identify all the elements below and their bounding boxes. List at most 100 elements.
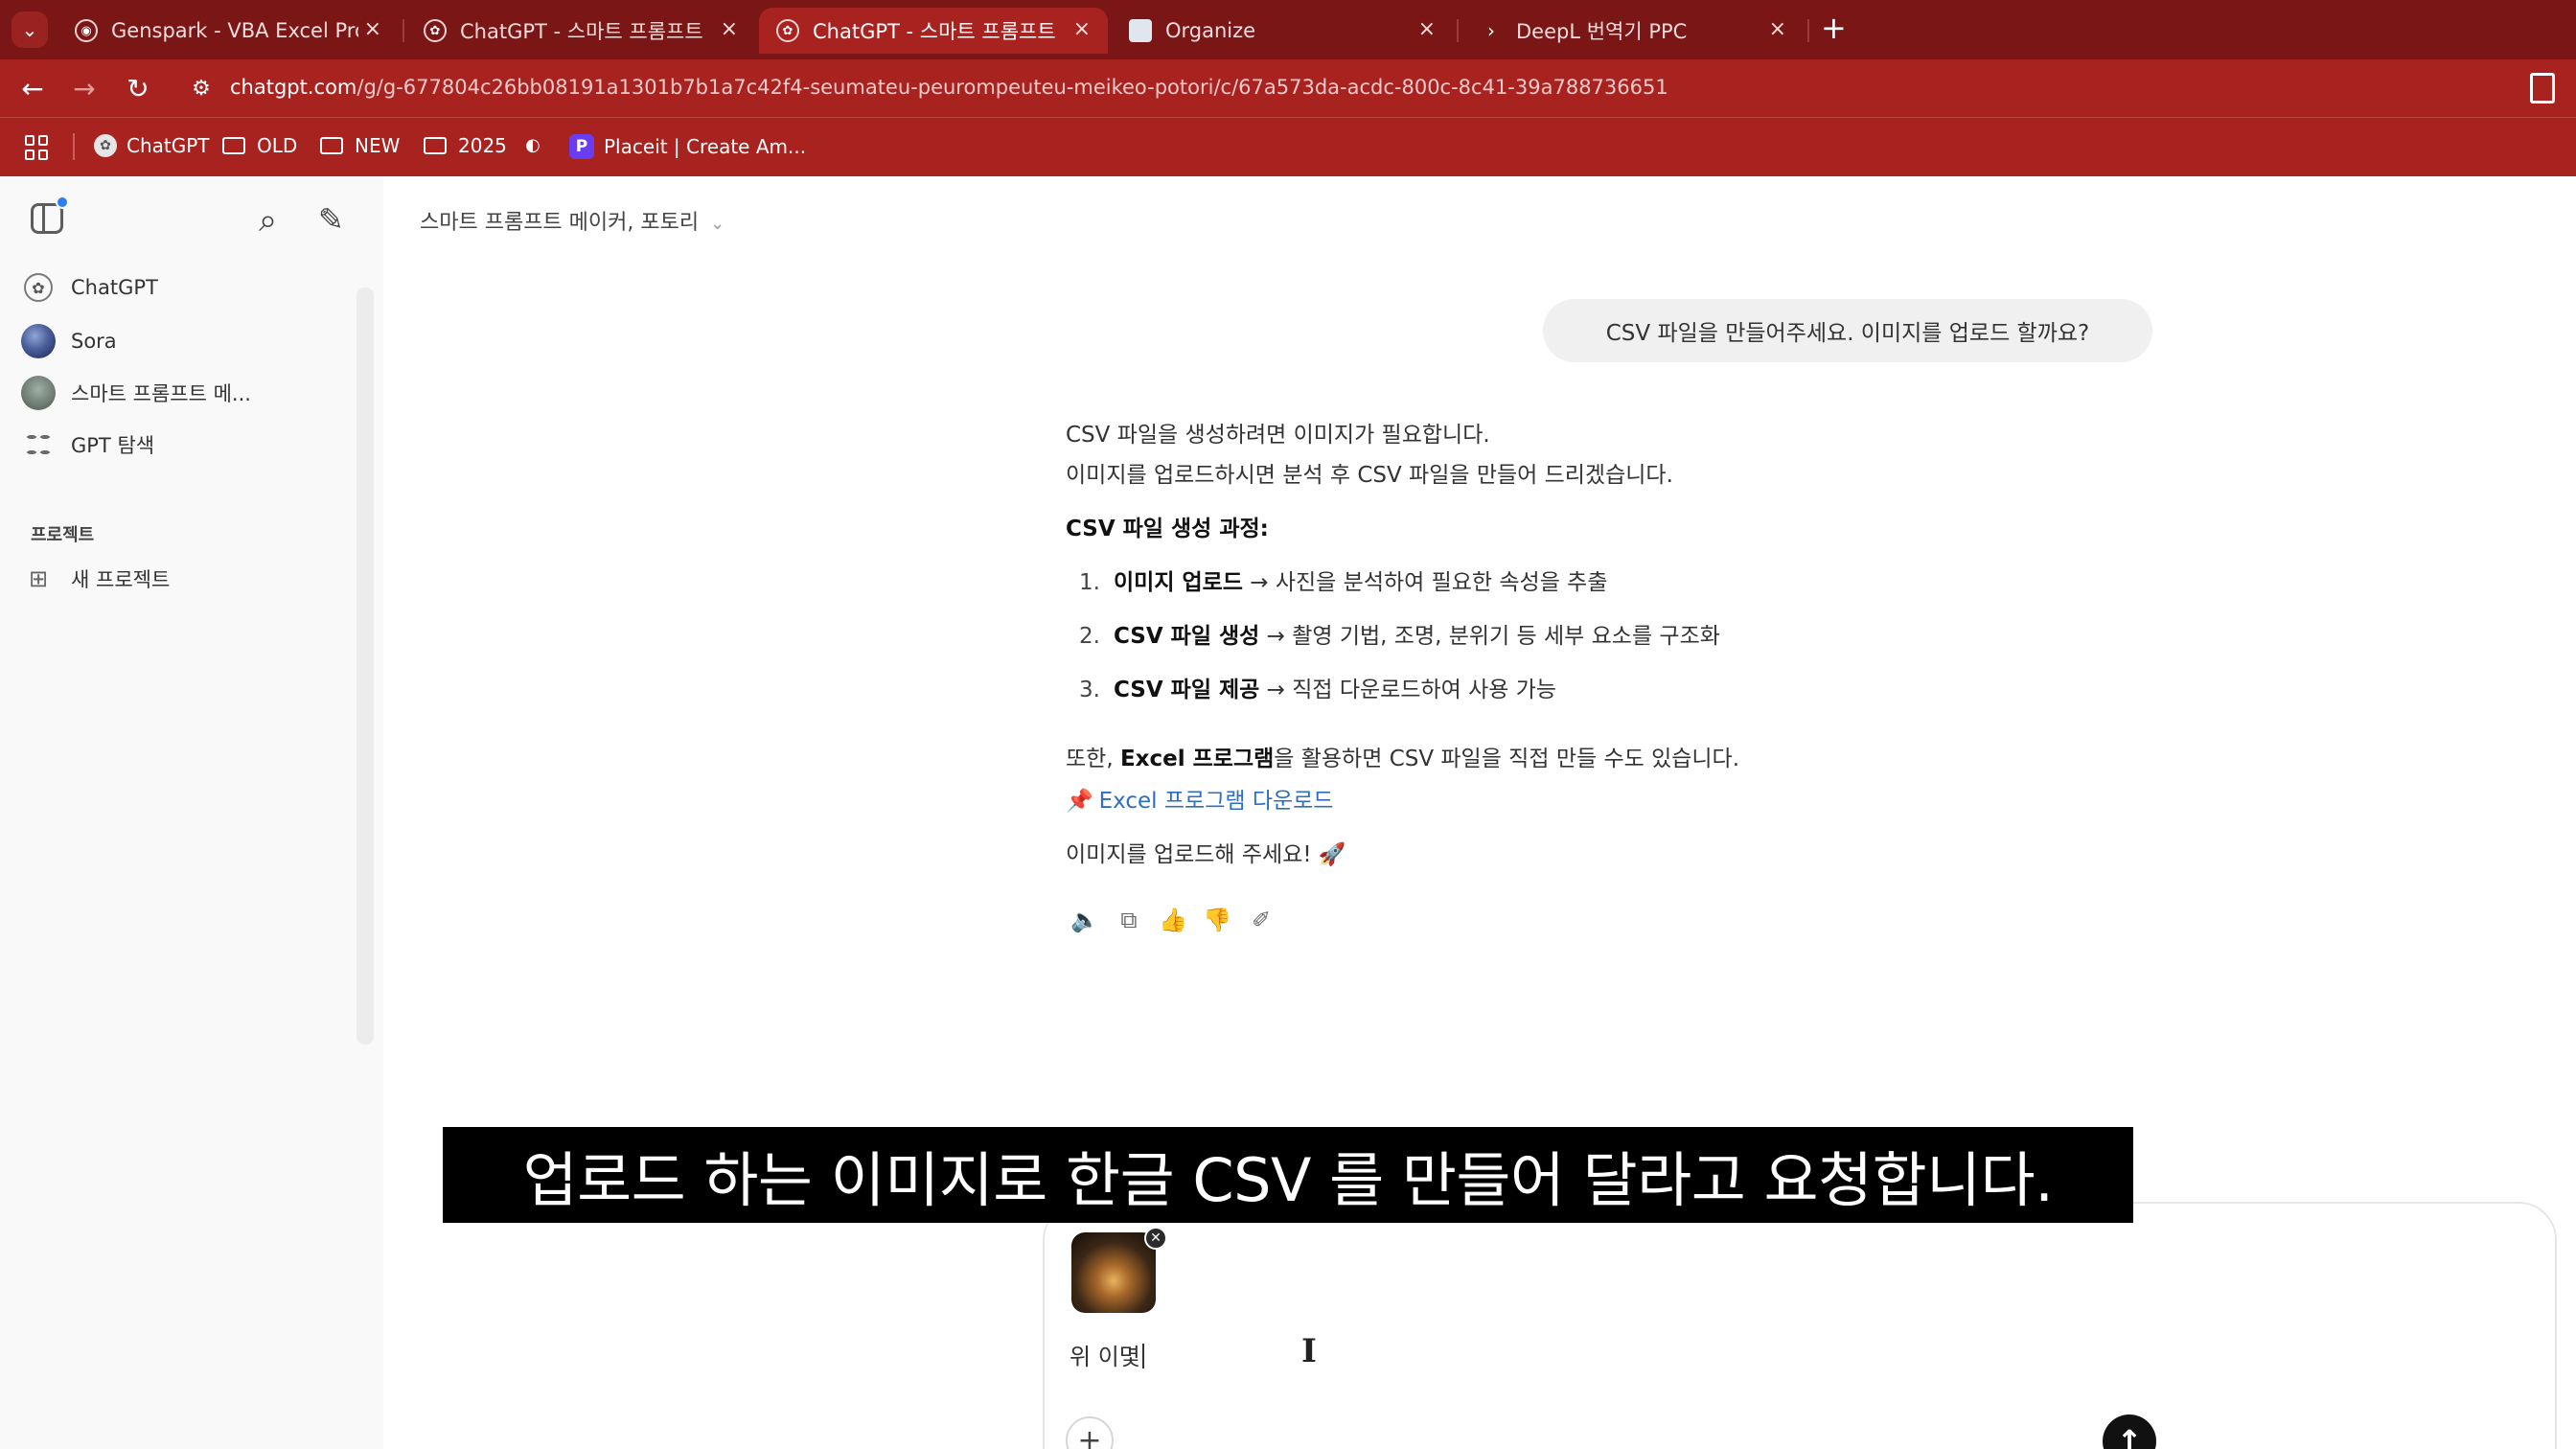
list-number: 3. bbox=[1079, 678, 1100, 702]
sidebar-scrollbar[interactable] bbox=[356, 288, 374, 1045]
prompt-input[interactable]: 위 이몇 bbox=[1070, 1338, 1144, 1371]
gpt-selector[interactable]: 스마트 프롬프트 메이커, 포토리 ⌄ bbox=[420, 205, 724, 236]
notification-dot bbox=[56, 196, 69, 209]
reload-icon[interactable]: ↻ bbox=[121, 71, 155, 105]
tab-label: Organize bbox=[1165, 19, 1256, 42]
smart-prompt-avatar bbox=[21, 376, 56, 410]
sidebar-item-chatgpt[interactable]: ✿ ChatGPT bbox=[21, 264, 347, 310]
list-number: 1. bbox=[1079, 570, 1100, 595]
bookmark-label: OLD bbox=[257, 134, 298, 157]
folder-icon bbox=[320, 137, 343, 154]
tab-label: DeepL 번역기 PPC bbox=[1516, 20, 1688, 43]
sidebar-item-label: 스마트 프롬프트 메... bbox=[71, 382, 251, 405]
browser-address-bar: ← → ↻ ⚙ chatgpt.com/g/g-677804c26bb08191… bbox=[0, 59, 2576, 117]
deepl-favicon-icon: › bbox=[1487, 19, 1495, 42]
new-tab-plus-icon[interactable]: + bbox=[1821, 10, 1847, 46]
folder-icon bbox=[424, 137, 447, 154]
sidebar-item-new-project[interactable]: ⊞ 새 프로젝트 bbox=[21, 556, 347, 602]
remove-attachment-icon[interactable]: ✕ bbox=[1144, 1227, 1167, 1250]
chat-main: 스마트 프롬프트 메이커, 포토리 ⌄ CSV 파일을 만들어주세요. 이미지를 … bbox=[383, 176, 2576, 1449]
forward-arrow-icon[interactable]: → bbox=[67, 71, 102, 105]
list-item: 2. CSV 파일 생성 → 촬영 기법, 조명, 분위기 등 세부 요소를 구조… bbox=[1066, 617, 1720, 650]
back-arrow-icon[interactable]: ← bbox=[15, 71, 50, 105]
tab-chatgpt-active[interactable]: ✿ ChatGPT - 스마트 프롬프트 메 × bbox=[759, 8, 1108, 54]
bookmark-placeit[interactable]: P Placeit | Create Am... bbox=[569, 134, 806, 159]
sora-avatar bbox=[21, 324, 56, 358]
sidebar-item-label: Sora bbox=[71, 330, 117, 353]
list-item: 3. CSV 파일 제공 → 직접 다운로드하여 사용 가능 bbox=[1066, 671, 1556, 703]
chat-sidebar: ⌕ ✎ ✿ ChatGPT Sora 스마트 프롬프트 메... GPT 탐색 … bbox=[0, 176, 383, 1449]
tab-close-icon[interactable]: × bbox=[1073, 17, 1091, 41]
openai-favicon-icon: ✿ bbox=[776, 19, 799, 42]
tab-genspark[interactable]: ◉ Genspark - VBA Excel Program × bbox=[58, 8, 399, 54]
process-heading: CSV 파일 생성 과정: bbox=[1066, 510, 1269, 542]
folder-icon bbox=[222, 137, 245, 154]
attached-image-thumbnail[interactable] bbox=[1071, 1232, 1156, 1313]
bookmark-label: 2025 bbox=[458, 134, 507, 157]
list-bold: CSV 파일 생성 bbox=[1114, 624, 1260, 649]
new-chat-edit-icon[interactable]: ✎ bbox=[318, 201, 344, 238]
tab-divider bbox=[1807, 19, 1809, 42]
url-path: /g/g-677804c26bb08191a1301b7b1a7c42f4-se… bbox=[356, 76, 1668, 99]
projects-section-title: 프로젝트 bbox=[31, 525, 95, 545]
new-folder-icon: ⊞ bbox=[28, 565, 49, 592]
excel-note: 또한, Excel 프로그램을 활용하면 CSV 파일을 직접 만들 수도 있습… bbox=[1066, 740, 1739, 772]
sidebar-item-explore-gpt[interactable]: GPT 탐색 bbox=[21, 422, 347, 468]
message-composer: ✕ 위 이몇 I + ↑ bbox=[1043, 1202, 2557, 1449]
closing-line: 이미지를 업로드해 주세요! 🚀 bbox=[1066, 836, 1346, 868]
thumbs-down-icon[interactable]: 👎 bbox=[1198, 901, 1236, 939]
chevron-down-icon: ⌄ bbox=[710, 214, 725, 234]
read-aloud-icon[interactable]: 🔈 bbox=[1066, 901, 1104, 939]
message-actions: 🔈 ⧉ 👍 👎 ✐ bbox=[1066, 901, 1286, 939]
tab-divider bbox=[1457, 19, 1459, 42]
bookmark-chatgpt[interactable]: ✿ ChatGPT bbox=[94, 134, 210, 157]
sidebar-item-smart-prompt[interactable]: 스마트 프롬프트 메... bbox=[21, 370, 347, 416]
openai-favicon-icon: ✿ bbox=[94, 134, 117, 157]
tab-search-chevron-icon[interactable]: ⌄ bbox=[12, 12, 48, 48]
regenerate-icon[interactable]: ✐ bbox=[1242, 901, 1280, 939]
rocket-icon: 🚀 bbox=[1318, 842, 1346, 867]
genspark-favicon-icon: ◉ bbox=[75, 19, 98, 42]
send-button[interactable]: ↑ bbox=[2103, 1414, 2156, 1449]
page-info-icon[interactable] bbox=[2530, 73, 2555, 104]
tab-deepl[interactable]: › DeepL 번역기 PPC × bbox=[1462, 8, 1804, 54]
tab-close-icon[interactable]: × bbox=[1769, 17, 1786, 41]
excel-note-bold: Excel 프로그램 bbox=[1119, 747, 1275, 771]
search-icon[interactable]: ⌕ bbox=[259, 201, 277, 240]
copy-icon[interactable]: ⧉ bbox=[1110, 901, 1148, 939]
site-settings-icon[interactable]: ⚙ bbox=[188, 75, 215, 102]
bookmark-divider bbox=[73, 133, 75, 160]
tab-organize[interactable]: Organize × bbox=[1112, 8, 1453, 54]
browser-tab-bar: ⌄ ◉ Genspark - VBA Excel Program × ✿ Cha… bbox=[0, 0, 2576, 59]
bookmark-folder-2025[interactable]: 2025 bbox=[424, 134, 507, 157]
prompt-input-value: 위 이몇 bbox=[1070, 1344, 1140, 1370]
tab-label: Genspark - VBA Excel Program bbox=[111, 19, 358, 42]
sidebar-item-sora[interactable]: Sora bbox=[21, 318, 347, 364]
gpt-title: 스마트 프롬프트 메이커, 포토리 bbox=[420, 211, 700, 235]
attach-plus-button[interactable]: + bbox=[1066, 1416, 1114, 1449]
thumbs-up-icon[interactable]: 👍 bbox=[1154, 901, 1192, 939]
bookmark-folder-old[interactable]: OLD bbox=[222, 134, 297, 157]
tab-chatgpt-1[interactable]: ✿ ChatGPT - 스마트 프롬프트 메 × bbox=[406, 8, 755, 54]
list-number: 2. bbox=[1079, 624, 1100, 649]
globe-icon: ◐ bbox=[525, 134, 540, 155]
tab-close-icon[interactable]: × bbox=[1418, 17, 1436, 41]
explore-grid-icon bbox=[25, 431, 52, 458]
video-caption: 업로드 하는 이미지로 한글 CSV 를 만들어 달라고 요청합니다. bbox=[443, 1127, 2133, 1223]
apps-grid-icon[interactable] bbox=[25, 135, 50, 160]
bookmark-folder-new[interactable]: NEW bbox=[320, 134, 400, 157]
bookmark-globe[interactable]: ◐ bbox=[521, 134, 554, 155]
excel-download-row: 📌 Excel 프로그램 다운로드 bbox=[1066, 782, 1333, 815]
closing-text: 이미지를 업로드해 주세요! bbox=[1066, 842, 1312, 867]
tab-close-icon[interactable]: × bbox=[721, 17, 738, 41]
bookmark-label: NEW bbox=[355, 134, 401, 157]
url-field[interactable]: chatgpt.com/g/g-677804c26bb08191a1301b7b… bbox=[230, 76, 1668, 99]
bookmark-label: ChatGPT bbox=[126, 134, 210, 157]
tab-divider bbox=[402, 19, 404, 42]
tab-close-icon[interactable]: × bbox=[364, 17, 381, 41]
list-text: → 직접 다운로드하여 사용 가능 bbox=[1259, 678, 1557, 702]
user-message-bubble: CSV 파일을 만들어주세요. 이미지를 업로드 할까요? bbox=[1543, 299, 2152, 362]
sidebar-header: ⌕ ✎ bbox=[27, 196, 356, 243]
excel-download-link[interactable]: Excel 프로그램 다운로드 bbox=[1099, 789, 1334, 814]
list-item: 1. 이미지 업로드 → 사진을 분석하여 필요한 속성을 추출 bbox=[1066, 564, 1608, 596]
